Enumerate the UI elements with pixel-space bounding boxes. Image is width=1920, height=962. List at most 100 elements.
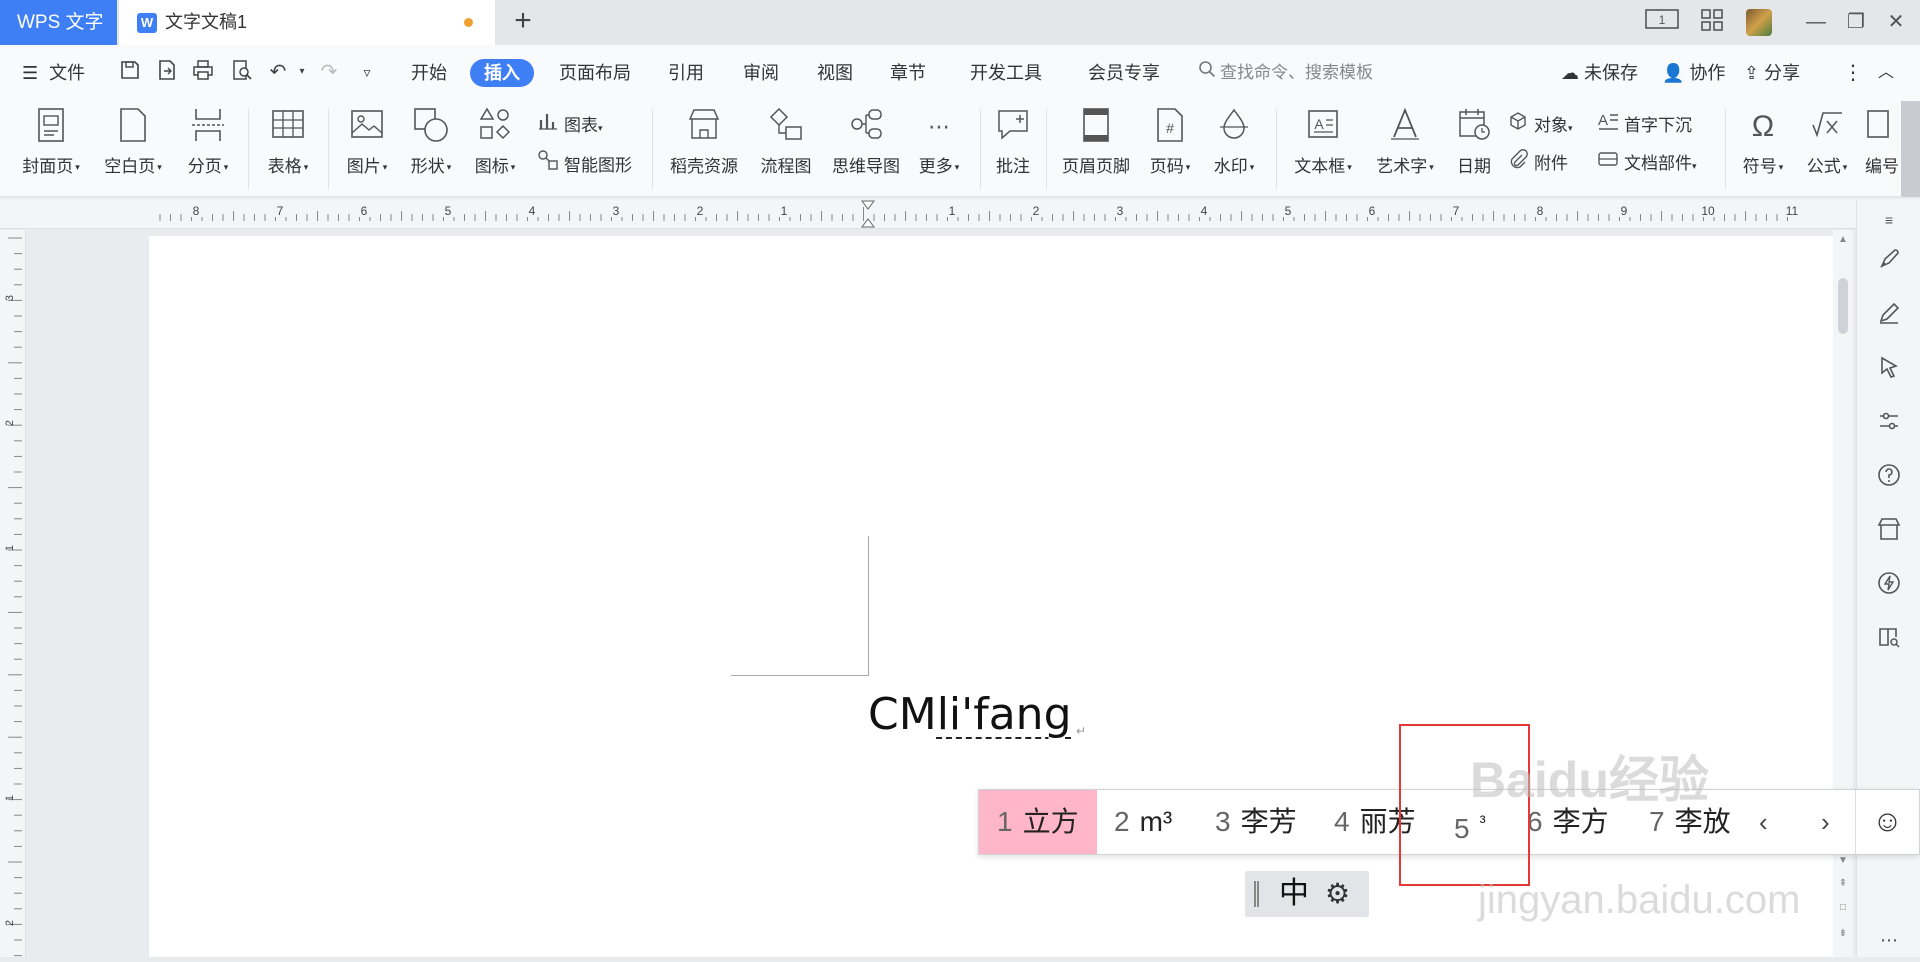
pen-icon[interactable]	[1872, 301, 1906, 335]
user-avatar[interactable]	[1746, 9, 1772, 36]
ruler-label: 3	[1117, 204, 1124, 218]
customize-toolbar-icon[interactable]: ▿	[354, 59, 380, 85]
ime-emoji-icon[interactable]: ☺	[1855, 790, 1919, 854]
book-search-icon[interactable]	[1872, 625, 1906, 659]
tab-insert[interactable]: 插入	[470, 59, 534, 87]
candidate-number: 4	[1334, 806, 1350, 837]
print-preview-icon[interactable]	[229, 59, 255, 85]
sidebar-collapse-icon[interactable]: ≡	[1872, 203, 1906, 237]
attachment-button[interactable]: 附件	[1506, 149, 1568, 177]
page-break-button[interactable]: 分页 ▾	[182, 107, 234, 177]
mindmap-button[interactable]: 思维导图	[826, 107, 906, 177]
next-page-icon[interactable]: ⇟	[1836, 928, 1850, 939]
blank-page-button[interactable]: 空白页 ▾	[100, 107, 166, 177]
print-icon[interactable]	[190, 59, 216, 85]
export-pdf-icon[interactable]	[154, 59, 180, 85]
scroll-up-icon[interactable]: ▲	[1836, 234, 1850, 245]
page-number-button[interactable]: # 页码 ▾	[1144, 107, 1196, 177]
prev-page-icon[interactable]: ⇞	[1836, 878, 1850, 889]
unsaved-status[interactable]: ☁ 未保存	[1561, 59, 1638, 87]
table-button[interactable]: 表格 ▾	[262, 107, 314, 177]
table-icon	[270, 107, 306, 147]
tab-references[interactable]: 引用	[668, 59, 704, 87]
tab-chapter[interactable]: 章节	[890, 59, 926, 87]
smart-art-button[interactable]: 智能图形	[536, 149, 632, 177]
tab-developer[interactable]: 开发工具	[970, 59, 1042, 87]
mindmap-icon	[848, 107, 884, 147]
cover-page-button[interactable]: 封面页 ▾	[18, 107, 84, 177]
more-vertical-icon[interactable]: ⋮	[1843, 59, 1863, 87]
picture-button[interactable]: 图片 ▾	[342, 107, 392, 177]
scroll-down-arrow-icon[interactable]: ▼	[1836, 855, 1850, 866]
ime-candidate-2[interactable]: 2 m³	[1114, 790, 1172, 854]
help-icon[interactable]	[1872, 463, 1906, 497]
ime-next-page-icon[interactable]: ›	[1821, 790, 1830, 854]
chart-button[interactable]: 图表▾	[536, 111, 603, 139]
icons-button[interactable]: 图标 ▾	[470, 107, 520, 177]
tab-view[interactable]: 视图	[817, 59, 853, 87]
tab-page-layout[interactable]: 页面布局	[559, 59, 631, 87]
tab-review[interactable]: 审阅	[743, 59, 779, 87]
collapse-ribbon-icon[interactable]: ︿	[1878, 59, 1894, 87]
file-menu[interactable]: ☰ 文件	[22, 59, 85, 87]
tab-member[interactable]: 会员专享	[1088, 59, 1160, 87]
ime-prev-page-icon[interactable]: ‹	[1759, 790, 1768, 854]
more-horizontal-icon[interactable]: ⋯	[1872, 923, 1906, 957]
vertical-ruler-label: 2	[4, 420, 16, 426]
share-button[interactable]: ⇪ 分享	[1744, 59, 1800, 87]
ribbon-scroll-right[interactable]	[1901, 101, 1920, 197]
ime-candidate-1[interactable]: 1 立方	[979, 790, 1097, 854]
adjust-sliders-icon[interactable]	[1872, 409, 1906, 443]
document-text[interactable]: CMli'fang	[868, 689, 1072, 741]
ime-chinese-mode-toggle[interactable]: 中	[1279, 876, 1309, 912]
redo-icon[interactable]: ↷	[316, 59, 342, 85]
ime-drag-handle[interactable]	[1254, 881, 1259, 907]
collaborate-button[interactable]: 👤 协作	[1662, 59, 1725, 87]
cursor-select-icon[interactable]	[1872, 355, 1906, 389]
app-tab-wps[interactable]: WPS 文字	[0, 0, 117, 45]
page-layout-icon[interactable]: 1	[1645, 8, 1679, 36]
new-tab-button[interactable]: +	[508, 6, 538, 38]
shape-button[interactable]: 形状 ▾	[406, 107, 456, 177]
close-button[interactable]: ✕	[1879, 8, 1913, 36]
doc-parts-button[interactable]: 文档部件▾	[1596, 149, 1697, 177]
rocket-icon[interactable]	[1872, 247, 1906, 281]
vertical-ruler-label: 3	[4, 295, 16, 301]
more-button[interactable]: ⋯ 更多 ▾	[914, 107, 964, 177]
drop-cap-button[interactable]: A 首字下沉	[1596, 111, 1692, 139]
store-sidebar-icon[interactable]	[1872, 517, 1906, 551]
ime-settings-gear-icon[interactable]: ⚙	[1325, 877, 1350, 911]
tab-home[interactable]: 开始	[411, 59, 447, 87]
save-icon[interactable]	[117, 59, 143, 85]
formula-button[interactable]: 公式 ▾	[1802, 107, 1852, 177]
wordart-button[interactable]: 艺术字 ▾	[1370, 107, 1440, 177]
ime-candidate-3[interactable]: 3 李芳	[1215, 790, 1297, 854]
flowchart-button[interactable]: 流程图	[756, 107, 816, 177]
numbering-button[interactable]: 编号	[1864, 107, 1900, 177]
grid-apps-icon[interactable]	[1695, 8, 1729, 36]
drop-cap-icon: A	[1596, 111, 1620, 139]
select-browse-object-icon[interactable]: □	[1836, 902, 1850, 913]
vertical-ruler[interactable]: 3 2 1 1 2	[0, 230, 26, 957]
undo-dropdown-icon[interactable]: ▾	[289, 59, 315, 85]
horizontal-ruler[interactable]: 8 7 6 5 4 3 2 1 1 2 3 4 5 6 7 8 9 10 11	[0, 199, 1898, 229]
document-tab[interactable]: W 文字文稿1	[119, 0, 495, 45]
textbox-button[interactable]: A 文本框 ▾	[1288, 107, 1358, 177]
date-button[interactable]: 日期	[1452, 107, 1496, 177]
docer-resources-button[interactable]: 稻壳资源	[664, 107, 744, 177]
comment-button[interactable]: 批注	[992, 107, 1034, 177]
lightning-icon[interactable]	[1872, 571, 1906, 605]
ruler-label: 8	[193, 204, 200, 218]
watermark-button[interactable]: 水印 ▾	[1208, 107, 1260, 177]
undo-icon[interactable]: ↶	[265, 59, 291, 85]
restore-button[interactable]: ❐	[1839, 8, 1873, 36]
minimize-button[interactable]: —	[1799, 8, 1833, 36]
paragraph-mark: ↵	[1076, 724, 1087, 738]
command-search[interactable]: 查找命令、搜索模板	[1198, 59, 1373, 87]
object-button[interactable]: 对象▾	[1506, 111, 1573, 139]
ribbon-separator	[328, 109, 329, 189]
doc-parts-icon	[1596, 149, 1620, 177]
header-footer-button[interactable]: 页眉页脚	[1058, 107, 1134, 177]
scroll-thumb[interactable]	[1838, 278, 1848, 334]
symbol-button[interactable]: Ω 符号 ▾	[1738, 107, 1788, 177]
